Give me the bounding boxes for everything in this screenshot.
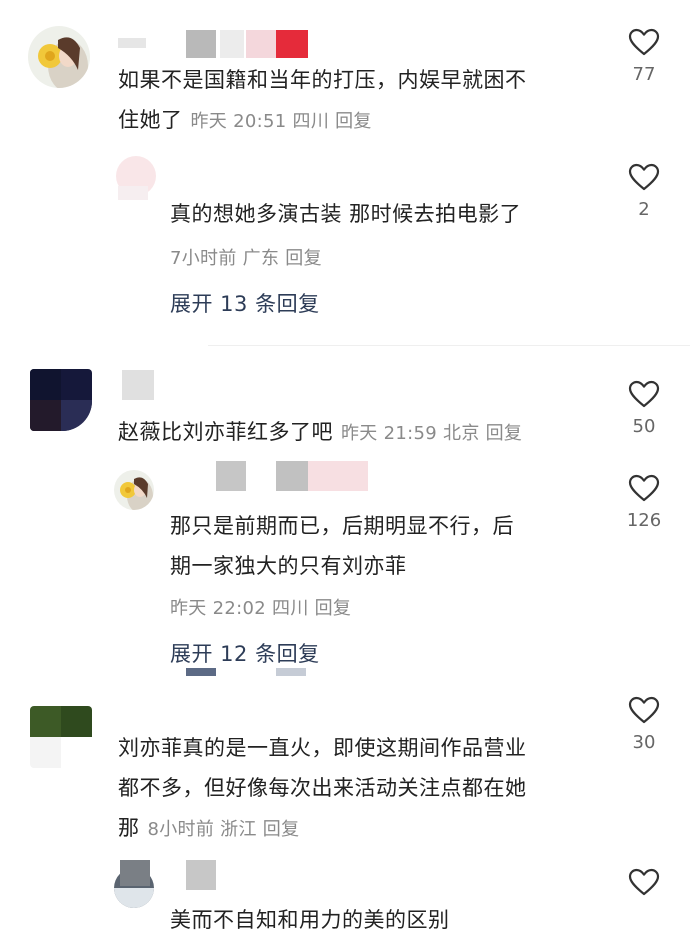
username-mosaic: [276, 30, 308, 58]
comment-text: 刘亦菲真的是一直火，即使这期间作品营业 都不多，但好像每次出来活动关注点都在她 …: [118, 736, 527, 840]
heart-outline-icon: [628, 380, 660, 408]
username-mosaic: [220, 30, 244, 58]
username-mosaic: [216, 461, 246, 491]
mosaic-strip: [186, 668, 216, 676]
like-button[interactable]: 50: [614, 380, 674, 437]
reply-text: 那只是前期而已，后期明显不行，后 期一家独大的只有刘亦菲: [170, 514, 514, 578]
comment-meta[interactable]: 8小时前 浙江 回复: [148, 819, 300, 840]
comment-meta[interactable]: 昨天 21:59 北京 回复: [341, 423, 522, 444]
username-mosaic: [276, 461, 308, 491]
avatar[interactable]: [28, 26, 90, 88]
username-mosaic: [186, 30, 216, 58]
like-button[interactable]: [614, 868, 674, 896]
avatar[interactable]: [114, 470, 154, 510]
mosaic-strip: [276, 668, 306, 676]
comment-text: 赵薇比刘亦菲红多了吧 昨天 21:59 北京 回复: [118, 420, 523, 444]
expand-replies-link[interactable]: 展开 12 条回复: [170, 638, 320, 668]
reply-meta[interactable]: 7小时前 广东 回复: [170, 244, 322, 270]
username-mosaic: [122, 370, 154, 400]
heart-outline-icon: [628, 28, 660, 56]
like-count: 2: [638, 199, 650, 220]
username-mosaic: [120, 860, 150, 886]
username-mosaic: [186, 860, 216, 890]
username-mosaic: [118, 38, 146, 48]
reply-text: 真的想她多演古装 那时候去拍电影了: [170, 202, 522, 226]
like-count: 30: [632, 732, 656, 753]
username-mosaic: [308, 461, 368, 491]
reply-meta[interactable]: 昨天 22:02 四川 回复: [170, 594, 351, 620]
reply-text: 美而不自知和用力的美的区别: [170, 908, 450, 932]
avatar[interactable]: [30, 369, 92, 431]
like-button[interactable]: 30: [614, 696, 674, 753]
like-count: 126: [626, 510, 662, 531]
comment-text: 如果不是国籍和当年的打压，内娱早就困不 住她了 昨天 20:51 四川 回复: [118, 68, 527, 132]
expand-replies-link[interactable]: 展开 13 条回复: [170, 288, 320, 318]
heart-outline-icon: [628, 163, 660, 191]
heart-outline-icon: [628, 696, 660, 724]
avatar[interactable]: [30, 706, 92, 768]
heart-outline-icon: [628, 868, 660, 896]
heart-outline-icon: [628, 474, 660, 502]
divider: [208, 345, 690, 346]
username-mosaic: [118, 186, 148, 200]
like-button[interactable]: 77: [614, 28, 674, 85]
username-mosaic: [246, 30, 276, 58]
like-count: 50: [632, 416, 656, 437]
comment-meta[interactable]: 昨天 20:51 四川 回复: [191, 111, 372, 132]
like-button[interactable]: 126: [614, 474, 674, 531]
like-button[interactable]: 2: [614, 163, 674, 220]
like-count: 77: [632, 64, 656, 85]
